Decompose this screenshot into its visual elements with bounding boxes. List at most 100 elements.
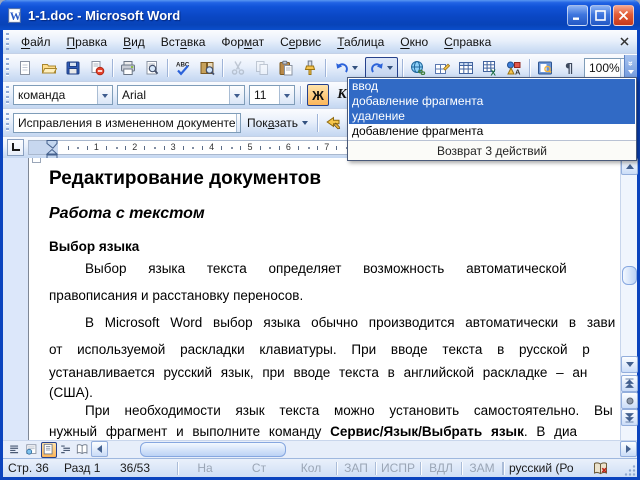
print-layout-icon [43, 443, 53, 455]
bold-button[interactable]: Ж [307, 84, 329, 106]
web-layout-button[interactable] [24, 442, 40, 458]
status-language[interactable]: русский (Ро [504, 461, 590, 475]
menu-item-view[interactable]: Вид [115, 32, 153, 52]
tab-stop-selector[interactable] [7, 139, 24, 156]
cut-button[interactable] [227, 57, 249, 79]
status-extend-selection[interactable]: ВДЛ [421, 461, 461, 475]
doc-heading-3: Выбор языка [49, 239, 140, 254]
menu-item-tools[interactable]: Сервис [272, 32, 329, 52]
horizontal-scrollbar[interactable] [3, 440, 637, 458]
show-markup-button[interactable]: Показать [241, 113, 314, 133]
chevron-down-icon[interactable] [97, 86, 112, 104]
zoom-value: 100% [589, 60, 620, 75]
tables-borders-button[interactable] [431, 57, 453, 79]
redo-dropdown-item[interactable]: удаление [349, 109, 635, 124]
ruler-tick [202, 146, 203, 150]
save-button[interactable] [62, 57, 84, 79]
document-page[interactable]: Редактирование документов Работа с текст… [28, 158, 620, 440]
resize-grip[interactable] [624, 464, 636, 476]
vertical-scroll-thumb[interactable] [622, 266, 637, 285]
ruler-number: 2 [132, 142, 138, 152]
indent-markers-icon[interactable] [46, 140, 58, 160]
standard-toolbar-gripper[interactable] [6, 58, 9, 77]
separator [167, 58, 168, 77]
display-for-review-combobox[interactable]: Исправления в измененном документе [13, 112, 241, 133]
horizontal-scroll-thumb[interactable] [140, 442, 286, 457]
redo-dropdown-item[interactable]: добавление фрагмента [349, 124, 635, 139]
print-layout-button[interactable] [41, 442, 57, 458]
print-preview-button[interactable] [141, 57, 163, 79]
format-painter-button[interactable] [299, 57, 321, 79]
redo-button[interactable] [365, 56, 398, 79]
menu-item-file[interactable]: Файл [13, 32, 59, 52]
vertical-scrollbar[interactable] [620, 158, 638, 440]
font-combobox[interactable]: Arial [117, 85, 245, 105]
status-record-mode[interactable]: ЗАП [337, 461, 375, 475]
normal-view-icon [10, 445, 19, 454]
doc-heading-2: Работа с текстом [49, 205, 205, 222]
chevron-down-icon[interactable] [279, 86, 294, 104]
menu-item-edit[interactable]: Правка [59, 32, 116, 52]
insert-table-icon [459, 61, 473, 74]
menu-item-table[interactable]: Таблица [329, 32, 392, 52]
ruler-tick [269, 147, 272, 149]
paste-button[interactable] [275, 57, 297, 79]
menu-item-help[interactable]: Справка [436, 32, 499, 52]
select-browse-object-button[interactable] [621, 392, 638, 409]
new-document-button[interactable] [14, 57, 36, 79]
formatting-toolbar-gripper[interactable] [6, 85, 9, 105]
hyperlink-button[interactable] [407, 57, 429, 79]
normal-view-button[interactable] [7, 442, 23, 458]
svg-text:A: A [515, 67, 521, 76]
menu-item-format[interactable]: Формат [213, 32, 272, 52]
menubar-gripper[interactable] [6, 33, 9, 50]
close-button[interactable] [613, 4, 634, 26]
maximize-button[interactable] [590, 4, 611, 26]
scroll-left-button[interactable] [91, 441, 108, 457]
previous-change-button[interactable] [322, 112, 344, 134]
window-title: 1-1.doc - Microsoft Word [28, 7, 181, 23]
print-button[interactable] [117, 57, 139, 79]
document-map-button[interactable] [534, 57, 556, 79]
menu-item-window[interactable]: Окно [392, 32, 436, 52]
status-track-changes[interactable]: ИСПР [376, 461, 420, 475]
reviewing-toolbar-gripper[interactable] [6, 113, 9, 132]
drawing-button[interactable]: A [503, 57, 525, 79]
open-button[interactable] [38, 57, 60, 79]
previous-page-button[interactable] [621, 375, 638, 392]
arrow-left-icon [93, 445, 102, 453]
close-document-icon[interactable] [617, 35, 631, 49]
separator [300, 86, 301, 104]
open-icon [41, 63, 57, 73]
scroll-down-button[interactable] [621, 356, 638, 373]
next-page-button[interactable] [621, 409, 638, 426]
style-combobox[interactable]: команда [13, 85, 113, 105]
insert-table-button[interactable] [455, 57, 477, 79]
menu-item-insert[interactable]: Вставка [153, 32, 214, 52]
research-button[interactable] [196, 57, 218, 79]
spelling-status-icon[interactable] [592, 461, 609, 476]
dropdown-arrow-icon[interactable] [350, 58, 359, 78]
outline-view-button[interactable] [58, 442, 74, 458]
dropdown-arrow-icon[interactable] [385, 58, 394, 78]
font-size-combobox[interactable]: 11 [249, 85, 295, 105]
copy-button[interactable] [251, 57, 273, 79]
minimize-button[interactable] [567, 4, 588, 26]
ruler-number: 4 [209, 142, 215, 152]
scroll-right-button[interactable] [620, 441, 637, 457]
undo-button[interactable] [330, 57, 363, 79]
redo-dropdown-item[interactable]: ввод [349, 79, 635, 94]
permission-button[interactable] [86, 57, 108, 79]
spelling-button[interactable]: ABC [172, 57, 194, 79]
pilcrow-button[interactable]: ¶ [558, 57, 580, 79]
web-layout-icon [26, 444, 37, 455]
ruler-tick [86, 146, 88, 150]
new-document-icon [20, 60, 30, 75]
insert-excel-button[interactable]: X [479, 57, 501, 79]
chevron-down-icon[interactable] [229, 86, 244, 104]
status-overtype[interactable]: ЗАМ [462, 461, 502, 475]
document-area: Редактирование документов Работа с текст… [3, 158, 620, 440]
redo-dropdown-item[interactable]: добавление фрагмента [349, 94, 635, 109]
title-bar[interactable]: W 1-1.doc - Microsoft Word [0, 0, 640, 30]
reading-layout-button[interactable] [75, 442, 91, 458]
